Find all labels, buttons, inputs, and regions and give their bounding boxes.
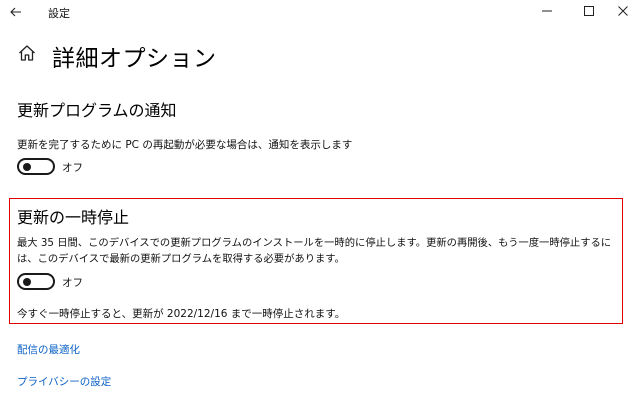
notifications-heading: 更新プログラムの通知 bbox=[17, 101, 177, 120]
title-bar: 設定 bbox=[0, 0, 640, 24]
pause-toggle-label: オフ bbox=[62, 277, 83, 289]
delivery-optimization-link[interactable]: 配信の最適化 bbox=[17, 342, 80, 357]
home-icon bbox=[19, 45, 35, 61]
maximize-button[interactable] bbox=[572, 0, 606, 22]
toggle-knob bbox=[23, 277, 31, 286]
notifications-toggle[interactable] bbox=[17, 158, 55, 175]
privacy-settings-link[interactable]: プライバシーの設定 bbox=[17, 374, 111, 389]
back-arrow-icon bbox=[10, 7, 21, 17]
pause-heading: 更新の一時停止 bbox=[17, 208, 130, 227]
pause-until-text: 今すぐ一時停止すると、更新が 2022/12/16 まで一時停止されます。 bbox=[17, 308, 346, 320]
pause-description: 最大 35 日間、このデバイスでの更新プログラムのインストールを一時的に停止しま… bbox=[17, 237, 612, 265]
minimize-icon bbox=[542, 10, 552, 12]
page-title: 詳細オプション bbox=[52, 46, 217, 72]
close-icon bbox=[618, 6, 628, 16]
close-button[interactable] bbox=[606, 0, 640, 22]
app-title: 設定 bbox=[48, 7, 70, 20]
home-button[interactable] bbox=[17, 43, 37, 63]
minimize-button[interactable] bbox=[530, 0, 564, 22]
notifications-toggle-label: オフ bbox=[62, 162, 83, 174]
toggle-knob bbox=[23, 162, 31, 171]
back-button[interactable] bbox=[6, 2, 26, 22]
maximize-icon bbox=[584, 6, 594, 16]
pause-toggle[interactable] bbox=[17, 273, 55, 290]
notifications-description: 更新を完了するために PC の再起動が必要な場合は、通知を表示します bbox=[17, 139, 353, 151]
